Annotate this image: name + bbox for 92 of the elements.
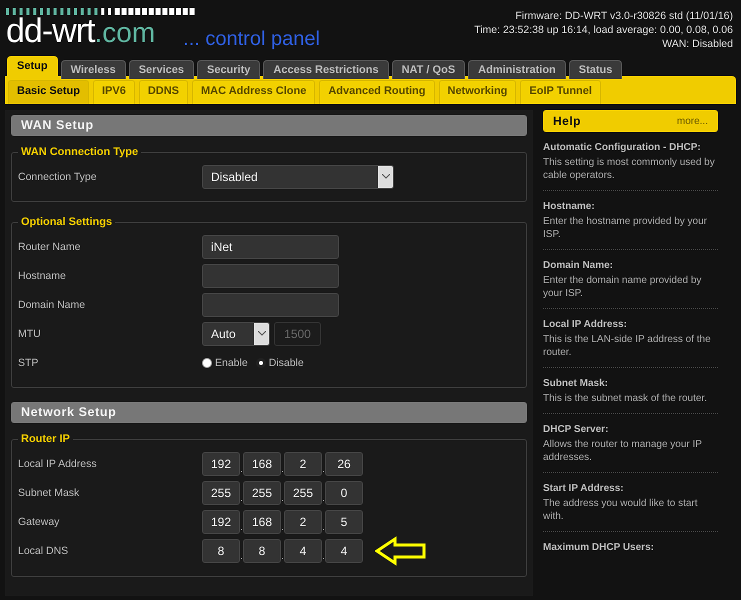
subtab[interactable]: DDNS (138, 80, 188, 104)
octet-separator: . (281, 492, 284, 502)
field-label: Local DNS (18, 545, 70, 557)
help-heading: Domain Name: (543, 260, 614, 271)
status-text: WAN: Disabled (662, 38, 733, 51)
menu-tab[interactable]: Access Restrictions (263, 60, 389, 79)
help-text: Enter the domain name provided by your ISP. (543, 274, 702, 300)
subtab[interactable]: IPV6 (92, 80, 135, 104)
octet-separator: . (322, 492, 325, 502)
ip-octet-field[interactable]: 8 (202, 539, 240, 563)
ip-octet-field[interactable]: 5 (325, 510, 363, 534)
select-field[interactable]: Auto (202, 322, 270, 346)
octet-separator: . (322, 464, 325, 474)
ip-octet-field[interactable]: 2 (284, 452, 322, 476)
help-heading: Maximum DHCP Users: (543, 542, 655, 553)
help-heading: Subnet Mask: (543, 378, 610, 389)
radio-button[interactable] (202, 358, 212, 368)
octet-separator: . (322, 522, 325, 532)
ip-octet-field[interactable]: 4 (325, 539, 363, 563)
field-label: Router Name (18, 240, 82, 252)
octet-separator: . (240, 522, 243, 532)
ip-octet-field[interactable]: 168 (243, 452, 281, 476)
menu-tab[interactable]: Status (568, 60, 622, 79)
help-text: This is the subnet mask of the router. (543, 392, 708, 405)
menu-tab[interactable]: Setup (7, 56, 58, 79)
field-label: Local IP Address (18, 458, 98, 470)
subtab[interactable]: Networking (438, 80, 516, 104)
help-text: Enter the hostname provided by your ISP. (543, 215, 708, 241)
text-field[interactable]: iNet (202, 234, 339, 258)
ip-octet-field[interactable]: 192 (202, 452, 240, 476)
ip-octet-field[interactable]: 168 (243, 510, 281, 534)
menu-tab[interactable]: Administration (468, 60, 566, 79)
help-text: This setting is most commonly used by cable operators. (543, 156, 716, 182)
help-text: The address you would like to start with. (543, 497, 699, 523)
subtab[interactable]: Basic Setup (8, 80, 89, 104)
radio-label: Disable (268, 356, 304, 368)
octet-separator: . (281, 464, 284, 474)
logo: dd-wrt.com (6, 17, 156, 49)
subtab[interactable]: MAC Address Clone (192, 80, 316, 104)
menu-tab[interactable]: NAT / QoS (392, 60, 466, 79)
ip-octet-field[interactable]: 192 (202, 510, 240, 534)
help-heading: Automatic Configuration - DHCP: (543, 142, 702, 153)
text-field[interactable] (202, 264, 339, 288)
octet-separator: . (281, 551, 284, 561)
group-legend: Router IP (18, 433, 73, 445)
text-field[interactable] (202, 292, 339, 316)
ip-octet-field[interactable]: 26 (325, 452, 363, 476)
caret-icon (254, 322, 269, 344)
help-heading: Hostname: (543, 201, 596, 212)
ip-octet-field[interactable]: 255 (284, 480, 322, 504)
ip-octet-field[interactable]: 255 (202, 480, 240, 504)
field-label: Gateway (18, 516, 60, 528)
more-link[interactable]: more... (676, 116, 708, 126)
help-heading: DHCP Server: (543, 424, 610, 435)
octet-separator: . (240, 551, 243, 561)
section-title: Network Setup (11, 402, 527, 423)
octet-separator: . (240, 492, 243, 502)
field-label: Hostname (18, 270, 67, 282)
status-text: Firmware: DD-WRT v3.0-r30826 std (11/01/16) (515, 10, 733, 23)
help-title: Help (553, 114, 582, 128)
ip-octet-field[interactable]: 0 (325, 480, 363, 504)
caret-icon (378, 166, 393, 188)
field-label: STP (18, 356, 40, 368)
field-label: Subnet Mask (18, 486, 80, 498)
help-text: This is the LAN-side IP address of the router. (543, 333, 712, 359)
ip-octet-field[interactable]: 8 (243, 539, 281, 563)
dotted-bar-icon (6, 8, 196, 15)
octet-separator: . (322, 551, 325, 561)
group-legend: WAN Connection Type (18, 146, 142, 158)
group-legend: Optional Settings (18, 216, 116, 228)
menu-tab[interactable]: Services (128, 60, 194, 79)
section-title: WAN Setup (11, 115, 527, 136)
ip-octet-field[interactable]: 255 (243, 480, 281, 504)
help-heading: Start IP Address: (543, 483, 625, 494)
subtab[interactable]: EoIP Tunnel (520, 80, 601, 104)
field-label: MTU (18, 328, 42, 340)
help-heading: Local IP Address: (543, 319, 628, 330)
ip-octet-field[interactable]: 4 (284, 539, 322, 563)
status-text: Time: 23:52:38 up 16:14, load average: 0.00, 0.08, 0.06 (474, 24, 733, 37)
menu-tab[interactable]: Security (196, 60, 260, 79)
field-label: Connection Type (18, 170, 98, 182)
radio-label: Enable (215, 356, 248, 368)
octet-separator: . (240, 464, 243, 474)
ip-octet-field[interactable]: 2 (284, 510, 322, 534)
menu-tab[interactable]: Wireless (60, 60, 126, 79)
help-text: Allows the router to manage your IP addresses. (543, 438, 703, 464)
select-field[interactable]: Disabled (202, 164, 394, 188)
field-label: Domain Name (18, 298, 86, 310)
subtab[interactable]: Advanced Routing (319, 80, 434, 104)
tagline: ... control panel (183, 29, 320, 49)
radio-button[interactable] (256, 358, 266, 368)
octet-separator: . (281, 522, 284, 532)
